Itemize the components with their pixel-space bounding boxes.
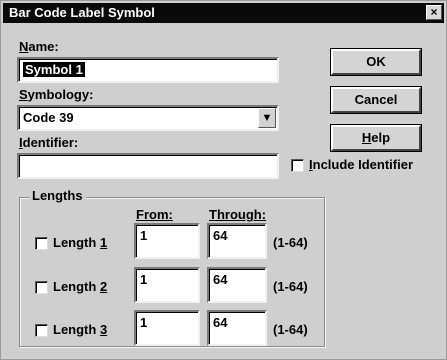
name-input[interactable]: Symbol 1 [17,57,279,83]
length-3-through-value: 64 [213,315,228,330]
length-2-label-text: Length [53,279,100,294]
identifier-input[interactable] [17,153,279,179]
length-1-through-input[interactable]: 64 [207,223,267,259]
length-1-label-accel: 1 [99,235,108,250]
symbology-label-accel: S [19,87,28,102]
length-1-label[interactable]: Length 1 [53,235,107,250]
length-3-range: (1-64) [273,322,308,337]
length-3-from-value: 1 [140,315,148,330]
name-label: Name: [19,39,59,54]
length-2-range: (1-64) [273,279,308,294]
length-1-range: (1-64) [273,235,308,250]
from-column-label: From: [136,207,173,222]
help-button[interactable]: Help [330,124,422,152]
help-button-accel: H [361,130,372,145]
help-button-rest: elp [371,130,391,145]
name-input-value: Symbol 1 [23,62,85,77]
length-1-through-value: 64 [213,228,228,243]
symbology-label-rest: ymbology: [27,87,94,102]
length-2-from-value: 1 [140,272,148,287]
length-3-label[interactable]: Length 3 [53,322,107,337]
through-column-label-text: Through: [209,207,267,222]
ok-button[interactable]: OK [330,48,422,76]
name-label-accel: N [19,39,29,54]
length-2-through-value: 64 [213,272,228,287]
include-identifier-checkbox[interactable] [291,159,304,172]
lengths-group-label: Lengths [29,188,86,203]
include-identifier-label[interactable]: Include Identifier [309,157,413,172]
chevron-down-icon[interactable]: ▼ [258,108,276,128]
length-1-from-input[interactable]: 1 [134,223,200,259]
length-2-through-input[interactable]: 64 [207,267,267,303]
name-label-rest: ame: [28,39,59,54]
length-3-label-text: Length [53,322,100,337]
symbology-label: Symbology: [19,87,93,102]
length-1-label-text: Length [53,235,100,250]
length-2-checkbox[interactable] [35,281,48,294]
identifier-label: Identifier: [19,135,78,150]
length-3-through-input[interactable]: 64 [207,310,267,346]
length-1-from-value: 1 [140,228,148,243]
symbology-select[interactable]: Code 39 ▼ [17,105,279,131]
through-column-label: Through: [209,207,266,222]
symbology-select-value: Code 39 [23,110,74,125]
length-1-checkbox[interactable] [35,237,48,250]
bar-code-label-symbol-dialog: Bar Code Label Symbol × Name: Symbol 1 S… [0,0,447,360]
length-2-label[interactable]: Length 2 [53,279,107,294]
length-3-label-accel: 3 [99,322,108,337]
length-2-from-input[interactable]: 1 [134,267,200,303]
window-title: Bar Code Label Symbol [9,5,155,20]
include-identifier-rest: nclude Identifier [312,157,414,172]
from-column-label-text: From: [136,207,173,222]
length-3-checkbox[interactable] [35,324,48,337]
cancel-button[interactable]: Cancel [330,86,422,114]
close-icon[interactable]: × [426,5,442,20]
length-3-from-input[interactable]: 1 [134,310,200,346]
title-bar: Bar Code Label Symbol × [3,3,444,23]
identifier-label-rest: dentifier: [22,135,79,150]
length-2-label-accel: 2 [99,279,108,294]
